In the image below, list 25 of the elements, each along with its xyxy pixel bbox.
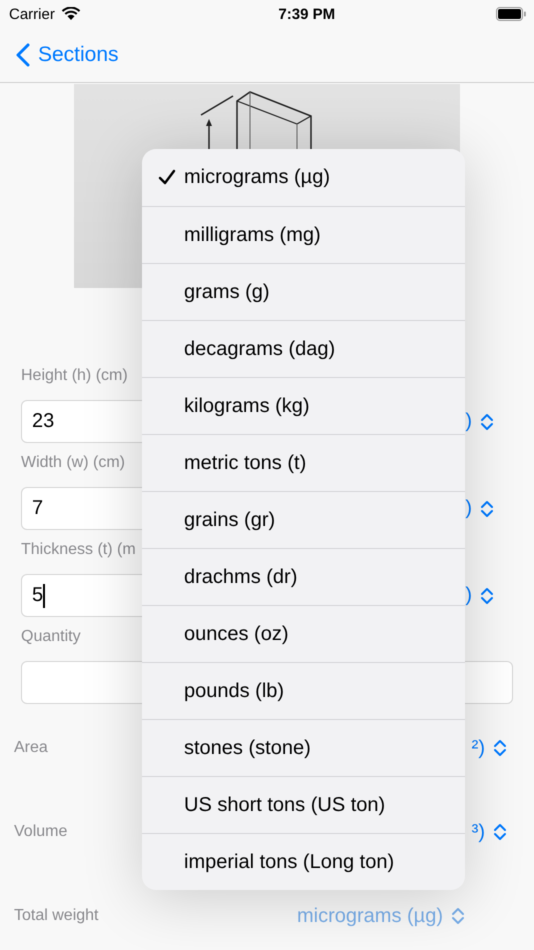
result-label: Total weight: [14, 907, 98, 925]
menu-item-label: stones (stone): [184, 736, 311, 760]
menu-item-label: imperial tons (Long ton): [184, 850, 394, 874]
carrier-label: Carrier: [9, 6, 55, 22]
menu-item-label: grains (gr): [184, 508, 276, 532]
status-time: 7:39 PM: [277, 6, 336, 22]
menu-item-label: kilograms (kg): [184, 394, 310, 418]
menu-item-label: US short tons (US ton): [184, 794, 386, 816]
menu-item-label: pounds (lb): [184, 680, 284, 702]
menu-item-label: milligrams (mg): [184, 224, 321, 246]
field-value: 7: [32, 497, 44, 520]
field-value: 23: [32, 410, 54, 433]
field-label: Quantity: [21, 628, 81, 646]
menu-item-label: decagrams (dag): [184, 338, 336, 360]
menu-item-label: grams (g): [184, 280, 270, 304]
menu-item-label: metric tons (t): [184, 452, 306, 474]
menu-item-label: micrograms (µg): [184, 166, 330, 189]
field-label: Height (h) (cm): [21, 367, 128, 385]
menu-item-label: drachms (dr): [184, 566, 298, 588]
field-label: Thickness (t) (m: [21, 541, 136, 559]
field-label: Width (w) (cm): [21, 454, 125, 472]
result-label: Area: [14, 739, 48, 757]
field-value: 5: [32, 584, 44, 607]
menu-item-label: ounces (oz): [184, 622, 288, 646]
result-label: Volume: [14, 823, 68, 841]
